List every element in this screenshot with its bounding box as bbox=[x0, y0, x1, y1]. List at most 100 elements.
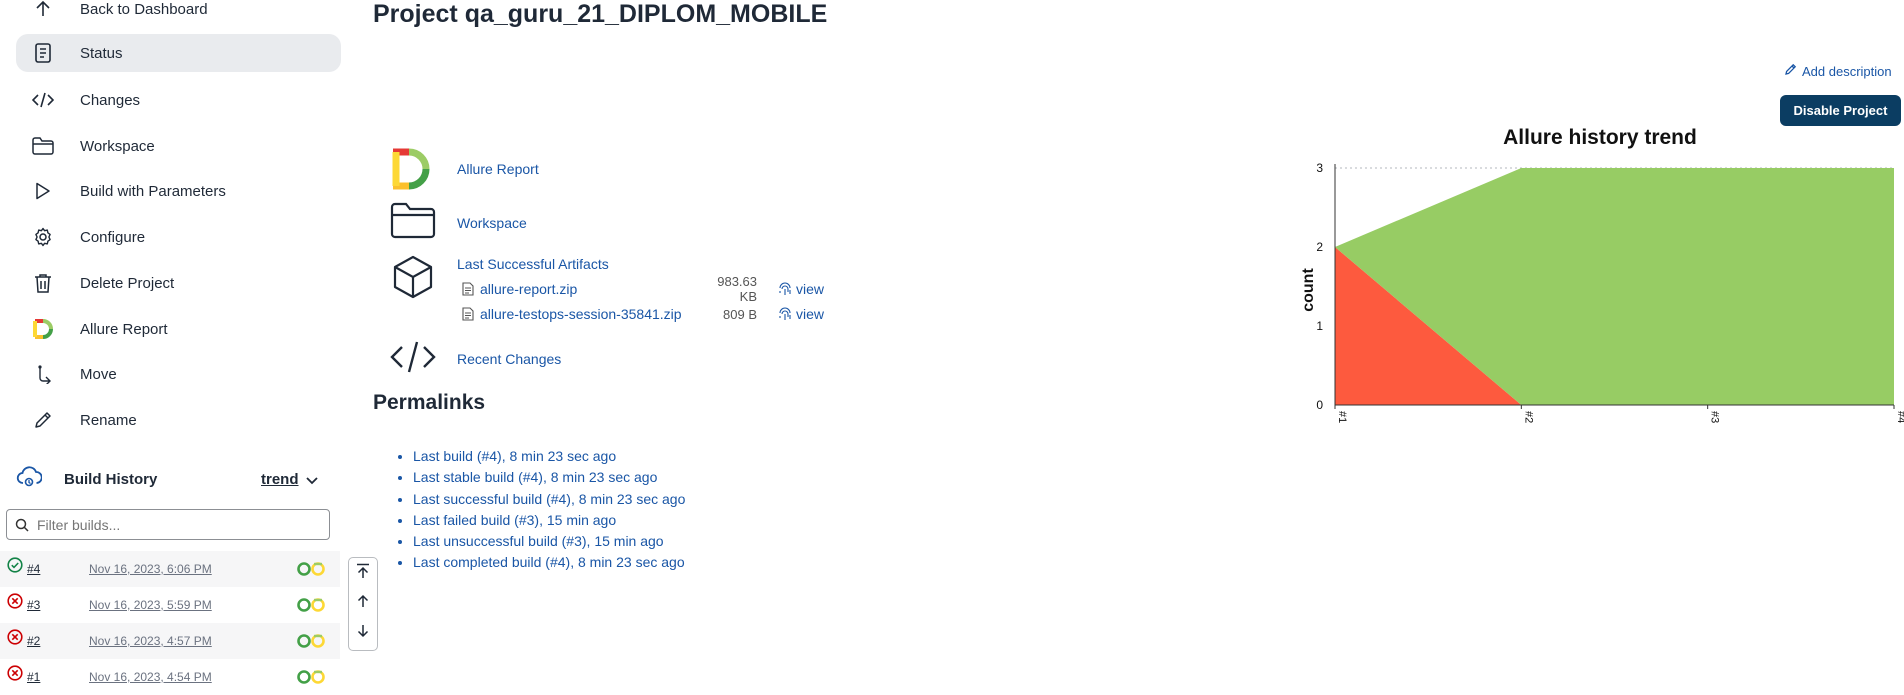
artifact-row: allure-testops-session-35841.zip 809 B v… bbox=[462, 304, 852, 324]
permalink-last-stable-build[interactable]: Last stable build (#4), 8 min 23 sec ago bbox=[413, 469, 657, 485]
search-icon bbox=[15, 518, 29, 532]
filter-builds-field[interactable] bbox=[6, 509, 330, 540]
allure-report-link[interactable]: Allure Report bbox=[457, 161, 539, 177]
workspace-link[interactable]: Workspace bbox=[457, 215, 527, 231]
file-icon bbox=[462, 282, 474, 296]
permalink-last-build[interactable]: Last build (#4), 8 min 23 sec ago bbox=[413, 448, 616, 464]
build-number-link[interactable]: #2 bbox=[27, 634, 40, 648]
sidebar-item-build-with-parameters[interactable]: Build with Parameters bbox=[16, 172, 341, 210]
artifact-view-link[interactable]: view bbox=[778, 306, 824, 322]
sidebar-item-status[interactable]: Status bbox=[16, 34, 341, 72]
chart-title: Allure history trend bbox=[1503, 126, 1697, 149]
sidebar-item-label: Back to Dashboard bbox=[80, 0, 208, 18]
sidebar: Back to Dashboard Status Changes Workspa… bbox=[0, 0, 345, 684]
allure-mini-icon[interactable] bbox=[297, 562, 329, 579]
allure-logo-icon bbox=[390, 148, 434, 195]
scroll-up-button[interactable] bbox=[349, 588, 377, 618]
permalink-last-unsuccessful-build[interactable]: Last unsuccessful build (#3), 15 min ago bbox=[413, 533, 664, 549]
build-history-scroll-controls bbox=[348, 557, 378, 651]
fingerprint-icon bbox=[778, 281, 792, 297]
disable-project-button[interactable]: Disable Project bbox=[1780, 95, 1901, 126]
sidebar-item-rename[interactable]: Rename bbox=[16, 401, 341, 439]
code-icon bbox=[390, 340, 436, 379]
sidebar-item-label: Configure bbox=[80, 228, 146, 246]
scroll-top-button[interactable] bbox=[349, 558, 377, 588]
add-description-label[interactable]: Add description bbox=[1802, 64, 1892, 79]
document-icon bbox=[28, 43, 58, 63]
sidebar-item-label: Rename bbox=[80, 411, 137, 429]
permalink-item: Last completed build (#4), 8 min 23 sec … bbox=[413, 552, 685, 573]
recent-changes-link[interactable]: Recent Changes bbox=[457, 351, 561, 367]
pencil-icon bbox=[1784, 63, 1797, 79]
build-row[interactable]: #2 Nov 16, 2023, 4:57 PM bbox=[0, 623, 340, 659]
build-row[interactable]: #1 Nov 16, 2023, 4:54 PM bbox=[0, 659, 340, 695]
artifact-view-label[interactable]: view bbox=[796, 281, 824, 297]
build-number-link[interactable]: #4 bbox=[27, 562, 40, 576]
artifact-link[interactable]: allure-report.zip bbox=[480, 281, 577, 297]
pencil-icon bbox=[28, 410, 58, 430]
sidebar-item-delete-project[interactable]: Delete Project bbox=[16, 264, 341, 302]
sidebar-item-label: Allure Report bbox=[80, 320, 168, 338]
allure-mini-icon[interactable] bbox=[297, 670, 329, 687]
artifact-size: 983.63 KB bbox=[717, 274, 757, 304]
sidebar-item-label: Workspace bbox=[80, 137, 155, 155]
build-history-header: Build History trend bbox=[16, 461, 341, 497]
folder-icon bbox=[28, 137, 58, 155]
failed-icon bbox=[7, 665, 23, 684]
package-icon bbox=[392, 255, 434, 304]
build-date-link[interactable]: Nov 16, 2023, 6:06 PM bbox=[89, 562, 212, 576]
allure-mini-icon[interactable] bbox=[297, 634, 329, 651]
file-icon bbox=[462, 307, 474, 321]
build-row[interactable]: #3 Nov 16, 2023, 5:59 PM bbox=[0, 587, 340, 623]
permalink-last-completed-build[interactable]: Last completed build (#4), 8 min 23 sec … bbox=[413, 554, 685, 570]
y-tick-label: 2 bbox=[1316, 240, 1323, 254]
build-number-link[interactable]: #3 bbox=[27, 598, 40, 612]
build-history-title: Build History bbox=[64, 470, 158, 488]
permalink-last-successful-build[interactable]: Last successful build (#4), 8 min 23 sec… bbox=[413, 491, 685, 507]
permalinks-list: Last build (#4), 8 min 23 sec ago Last s… bbox=[393, 446, 685, 574]
artifact-view-label[interactable]: view bbox=[796, 306, 824, 322]
code-icon bbox=[28, 91, 58, 109]
permalink-item: Last unsuccessful build (#3), 15 min ago bbox=[413, 531, 685, 552]
sidebar-item-back-to-dashboard[interactable]: Back to Dashboard bbox=[16, 0, 341, 28]
permalink-item: Last stable build (#4), 8 min 23 sec ago bbox=[413, 467, 685, 488]
last-successful-artifacts-link[interactable]: Last Successful Artifacts bbox=[457, 256, 609, 272]
scroll-down-button[interactable] bbox=[349, 618, 377, 648]
artifact-link[interactable]: allure-testops-session-35841.zip bbox=[480, 306, 682, 322]
artifact-row: allure-report.zip 983.63 KB view bbox=[462, 274, 852, 304]
sidebar-item-changes[interactable]: Changes bbox=[16, 81, 341, 119]
build-row[interactable]: #4 Nov 16, 2023, 6:06 PM bbox=[0, 551, 340, 587]
trend-link[interactable]: trend bbox=[261, 471, 299, 488]
add-description-link[interactable]: Add description bbox=[1784, 63, 1892, 79]
permalink-last-failed-build[interactable]: Last failed build (#3), 15 min ago bbox=[413, 512, 616, 528]
sidebar-item-configure[interactable]: Configure bbox=[16, 218, 341, 256]
sidebar-item-workspace[interactable]: Workspace bbox=[16, 127, 341, 165]
artifact-view-link[interactable]: view bbox=[778, 281, 824, 297]
filter-builds-input[interactable] bbox=[35, 515, 319, 534]
cloud-icon bbox=[16, 465, 43, 493]
chevron-down-icon[interactable] bbox=[305, 473, 319, 491]
sidebar-item-label: Delete Project bbox=[80, 274, 175, 292]
build-date-link[interactable]: Nov 16, 2023, 4:54 PM bbox=[89, 670, 212, 684]
sidebar-item-label: Move bbox=[80, 365, 117, 383]
page-title: Project qa_guru_21_DIPLOM_MOBILE bbox=[373, 0, 828, 28]
build-number-link[interactable]: #1 bbox=[27, 670, 40, 684]
trash-icon bbox=[28, 273, 58, 293]
arrow-up-icon bbox=[28, 0, 58, 18]
arrow-up-icon bbox=[356, 594, 370, 613]
play-icon bbox=[28, 182, 58, 200]
sidebar-item-allure-report[interactable]: Allure Report bbox=[16, 310, 341, 348]
artifact-size: 809 B bbox=[723, 306, 757, 322]
sidebar-item-label: Build with Parameters bbox=[80, 182, 226, 200]
move-icon bbox=[28, 364, 58, 384]
allure-logo-icon bbox=[28, 319, 58, 339]
build-date-link[interactable]: Nov 16, 2023, 4:57 PM bbox=[89, 634, 212, 648]
y-axis-label: count bbox=[1300, 268, 1317, 312]
allure-history-trend-chart[interactable]: 0 1 2 3 #1 #2 #3 #4 count bbox=[1295, 150, 1904, 440]
failed-icon bbox=[7, 593, 23, 612]
permalink-item: Last successful build (#4), 8 min 23 sec… bbox=[413, 489, 685, 510]
sidebar-item-move[interactable]: Move bbox=[16, 355, 341, 393]
build-date-link[interactable]: Nov 16, 2023, 5:59 PM bbox=[89, 598, 212, 612]
y-tick-label: 1 bbox=[1316, 319, 1323, 333]
allure-mini-icon[interactable] bbox=[297, 598, 329, 615]
